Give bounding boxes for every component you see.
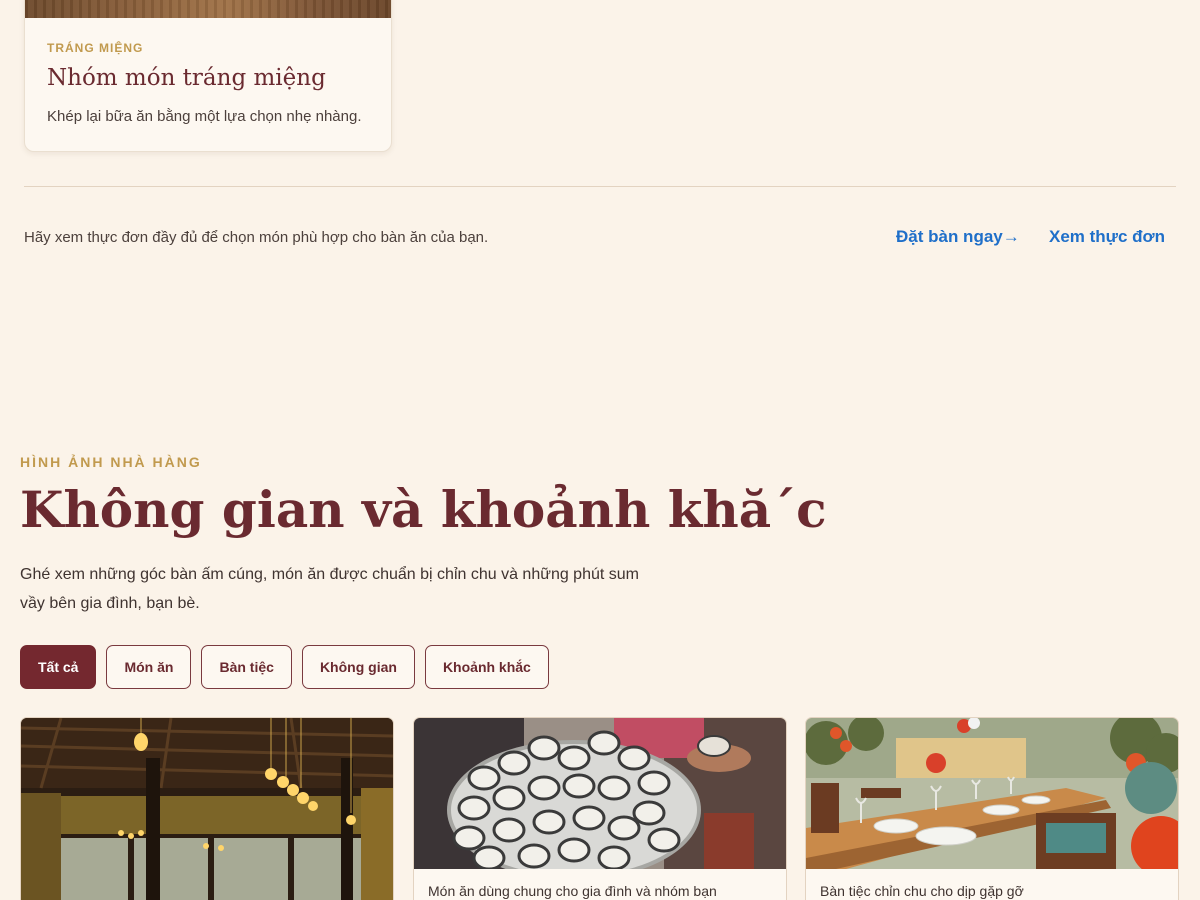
filter-all-button[interactable]: Tất cả [20,645,97,689]
gallery-title: Không gian và khoảnh khă´c [20,480,827,539]
gallery-card-banquet[interactable]: Bàn tiệc chỉn chu cho dịp gặp gỡ [805,717,1179,900]
gallery-eyebrow: HÌNH ẢNH NHÀ HÀNG [20,454,202,470]
card-title: Nhóm món tráng miệng [47,65,326,91]
view-menu-link[interactable]: Xem thực đơn [1049,227,1165,247]
section-divider [24,186,1176,187]
gallery-card-dishes[interactable]: Món ăn dùng chung cho gia đình và nhóm b… [413,717,787,900]
banquet-table-photo [806,718,1178,869]
cta-text: Hãy xem thực đơn đầy đủ để chọn món phù … [24,229,489,246]
card-caption: Bàn tiệc chỉn chu cho dịp gặp gỡ [820,883,1024,899]
filter-space-button[interactable]: Không gian [301,645,415,689]
card-caption: Món ăn dùng chung cho gia đình và nhóm b… [428,883,717,899]
gallery-filter-bar: Tất cả Món ăn Bàn tiệc Không gian Khoảnh… [20,645,549,689]
dessert-menu-card[interactable]: TRÁNG MIỆNG Nhóm món tráng miệng Khép lạ… [24,0,392,152]
card-category: TRÁNG MIỆNG [47,41,144,55]
filter-dishes-button[interactable]: Món ăn [106,645,192,689]
shared-dishes-photo [414,718,786,869]
book-table-link[interactable]: Đặt bàn ngay→ [896,227,1020,247]
gallery-description: Ghé xem những góc bàn ấm cúng, món ăn đư… [20,566,639,612]
dessert-card-image [25,0,391,18]
filter-moments-button[interactable]: Khoảnh khắc [424,645,549,689]
filter-banquet-button[interactable]: Bàn tiệc [201,645,292,689]
restaurant-interior-photo [21,718,393,900]
gallery-card-interior[interactable] [20,717,394,900]
card-description: Khép lại bữa ăn bằng một lựa chọn nhẹ nh… [47,108,362,125]
